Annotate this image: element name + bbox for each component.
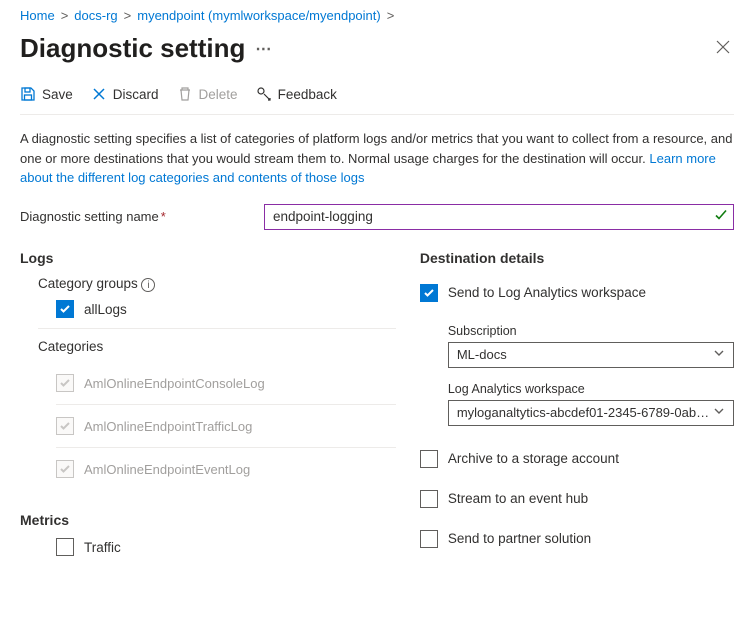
breadcrumb-home[interactable]: Home bbox=[20, 8, 55, 23]
setting-name-label-text: Diagnostic setting name bbox=[20, 209, 159, 224]
category-label: AmlOnlineEndpointConsoleLog bbox=[84, 376, 265, 391]
breadcrumb-endpoint[interactable]: myendpoint (mymlworkspace/myendpoint) bbox=[137, 8, 380, 23]
setting-name-row: Diagnostic setting name* bbox=[20, 204, 734, 230]
la-workspace-select[interactable]: myloganaltytics-abcdef01-2345-6789-0abc-… bbox=[448, 400, 734, 426]
eventhub-label: Stream to an event hub bbox=[448, 491, 588, 506]
logs-title: Logs bbox=[20, 250, 396, 266]
close-button[interactable] bbox=[712, 34, 734, 63]
category-checkbox-console bbox=[56, 374, 74, 392]
more-icon[interactable]: ⋯ bbox=[255, 39, 271, 59]
chevron-down-icon bbox=[713, 405, 725, 420]
page-header: Diagnostic setting ⋯ bbox=[20, 33, 734, 64]
feedback-label: Feedback bbox=[278, 87, 337, 102]
description: A diagnostic setting specifies a list of… bbox=[20, 129, 734, 188]
delete-icon bbox=[177, 86, 193, 102]
categories-label: Categories bbox=[20, 339, 396, 354]
save-label: Save bbox=[42, 87, 73, 102]
la-workspace-label: Log Analytics workspace bbox=[448, 382, 734, 396]
delete-label: Delete bbox=[199, 87, 238, 102]
send-la-checkbox[interactable] bbox=[420, 284, 438, 302]
archive-checkbox[interactable] bbox=[420, 450, 438, 468]
partner-checkbox[interactable] bbox=[420, 530, 438, 548]
eventhub-checkbox[interactable] bbox=[420, 490, 438, 508]
subscription-value: ML-docs bbox=[457, 347, 507, 362]
chevron-down-icon bbox=[713, 347, 725, 362]
alllogs-label: allLogs bbox=[84, 302, 127, 317]
valid-check-icon bbox=[714, 208, 728, 225]
save-button[interactable]: Save bbox=[20, 86, 73, 102]
info-icon[interactable]: i bbox=[141, 278, 155, 292]
discard-icon bbox=[91, 86, 107, 102]
required-indicator: * bbox=[161, 209, 166, 224]
discard-label: Discard bbox=[113, 87, 159, 102]
chevron-right-icon: > bbox=[61, 8, 69, 23]
subscription-select[interactable]: ML-docs bbox=[448, 342, 734, 368]
setting-name-label: Diagnostic setting name* bbox=[20, 209, 252, 224]
close-icon bbox=[716, 40, 730, 54]
la-workspace-value: myloganaltytics-abcdef01-2345-6789-0abc-… bbox=[457, 405, 713, 420]
category-row: AmlOnlineEndpointEventLog bbox=[56, 448, 396, 490]
toolbar: Save Discard Delete Feedback bbox=[20, 86, 734, 115]
category-row: AmlOnlineEndpointTrafficLog bbox=[56, 405, 396, 448]
traffic-label: Traffic bbox=[84, 540, 121, 555]
destination-title: Destination details bbox=[420, 250, 734, 266]
chevron-right-icon: > bbox=[124, 8, 132, 23]
chevron-right-icon: > bbox=[387, 8, 395, 23]
alllogs-checkbox[interactable] bbox=[56, 300, 74, 318]
page-title: Diagnostic setting bbox=[20, 33, 245, 64]
category-groups-label: Category groups bbox=[38, 276, 138, 291]
breadcrumb: Home > docs-rg > myendpoint (mymlworkspa… bbox=[20, 8, 734, 23]
discard-button[interactable]: Discard bbox=[91, 86, 159, 102]
category-checkbox-traffic bbox=[56, 417, 74, 435]
setting-name-input[interactable] bbox=[264, 204, 734, 230]
description-text: A diagnostic setting specifies a list of… bbox=[20, 131, 732, 166]
subscription-label: Subscription bbox=[448, 324, 734, 338]
category-label: AmlOnlineEndpointTrafficLog bbox=[84, 419, 252, 434]
metrics-title: Metrics bbox=[20, 512, 396, 528]
category-label: AmlOnlineEndpointEventLog bbox=[84, 462, 250, 477]
breadcrumb-rg[interactable]: docs-rg bbox=[74, 8, 117, 23]
send-la-label: Send to Log Analytics workspace bbox=[448, 285, 646, 300]
traffic-checkbox[interactable] bbox=[56, 538, 74, 556]
category-row: AmlOnlineEndpointConsoleLog bbox=[56, 362, 396, 405]
category-checkbox-event bbox=[56, 460, 74, 478]
partner-label: Send to partner solution bbox=[448, 531, 591, 546]
feedback-button[interactable]: Feedback bbox=[256, 86, 337, 102]
archive-label: Archive to a storage account bbox=[448, 451, 619, 466]
delete-button: Delete bbox=[177, 86, 238, 102]
save-icon bbox=[20, 86, 36, 102]
feedback-icon bbox=[256, 86, 272, 102]
